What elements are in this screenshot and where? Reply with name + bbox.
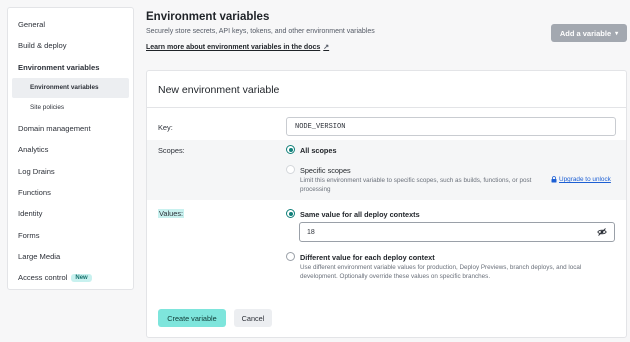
values-label: Values: xyxy=(158,209,185,218)
upgrade-link[interactable]: Upgrade to unlock xyxy=(551,176,611,183)
sidebar-item-label: Domain management xyxy=(18,124,91,134)
sidebar-item-label: Log Drains xyxy=(18,166,55,176)
docs-link[interactable]: Learn more about environment variables i… xyxy=(146,43,330,52)
form-title: New environment variable xyxy=(158,84,280,96)
scope-specific-radio[interactable] xyxy=(286,165,295,174)
sidebar-item-large-media[interactable]: Large Media xyxy=(8,246,133,267)
scope-specific-label: Specific scopes xyxy=(300,166,351,175)
sidebar-item-domain-management[interactable]: Domain management xyxy=(8,118,133,139)
scopes-label: Scopes: xyxy=(158,146,185,155)
sidebar-item-environment-variables[interactable]: Environment variables xyxy=(8,57,133,78)
sidebar-item-label: Build & deploy xyxy=(18,41,67,51)
page-subtitle: Securely store secrets, API keys, tokens… xyxy=(146,28,375,35)
sidebar-subitem-environment-variables[interactable]: Environment variables xyxy=(12,77,129,98)
sidebar-item-label: Site policies xyxy=(30,104,65,112)
sidebar-item-label: Forms xyxy=(18,230,40,240)
sidebar-item-analytics[interactable]: Analytics xyxy=(8,139,133,160)
sidebar-item-identity[interactable]: Identity xyxy=(8,203,133,224)
sidebar-item-label: Environment variables xyxy=(18,62,100,72)
key-input[interactable]: NODE_VERSION xyxy=(286,117,616,136)
sidebar-item-log-drains[interactable]: Log Drains xyxy=(8,160,133,181)
sidebar-item-label: Identity xyxy=(18,209,43,219)
settings-sidebar: General Build & deploy Environment varia… xyxy=(7,7,134,290)
key-label: Key: xyxy=(158,123,173,132)
sidebar-item-label: General xyxy=(18,20,46,30)
upgrade-link-label: Upgrade to unlock xyxy=(559,176,611,183)
value-same-label: Same value for all deploy contexts xyxy=(300,210,420,219)
value-same-radio[interactable] xyxy=(286,209,295,218)
cancel-button[interactable]: Cancel xyxy=(234,309,272,327)
value-different-radio[interactable] xyxy=(286,252,295,261)
sidebar-item-functions[interactable]: Functions xyxy=(8,182,133,203)
sidebar-item-build-deploy[interactable]: Build & deploy xyxy=(8,35,133,56)
sidebar-item-label: Environment variables xyxy=(30,84,99,92)
chevron-down-icon: ▾ xyxy=(615,30,619,37)
new-badge: New xyxy=(71,273,92,282)
new-variable-form: New environment variable Key: NODE_VERSI… xyxy=(146,70,627,338)
scope-all-label: All scopes xyxy=(300,146,337,155)
scope-all-radio[interactable] xyxy=(286,145,295,154)
docs-link-label: Learn more about environment variables i… xyxy=(146,43,321,51)
value-input-text: 18 xyxy=(307,228,315,236)
page-title: Environment variables xyxy=(146,11,270,23)
divider xyxy=(147,107,626,108)
sidebar-item-label: Analytics xyxy=(18,145,49,155)
external-arrow-icon: ↗ xyxy=(323,44,330,51)
scope-specific-description: Limit this environment variable to speci… xyxy=(300,177,532,194)
sidebar-item-forms[interactable]: Forms xyxy=(8,224,133,245)
sidebar-item-access-control[interactable]: Access control New xyxy=(8,267,133,288)
create-variable-button[interactable]: Create variable xyxy=(158,309,226,327)
sidebar-item-label: Functions xyxy=(18,187,51,197)
eye-slash-icon[interactable] xyxy=(597,227,607,237)
add-variable-label: Add a variable xyxy=(559,28,612,38)
sidebar-item-general[interactable]: General xyxy=(8,14,133,35)
sidebar-item-label: Large Media xyxy=(18,251,61,261)
add-variable-button[interactable]: Add a variable ▾ xyxy=(551,24,627,42)
value-different-description: Use different environment variable value… xyxy=(300,264,582,281)
value-input[interactable]: 18 xyxy=(299,222,615,242)
sidebar-subitem-site-policies[interactable]: Site policies xyxy=(12,98,129,118)
value-different-label: Different value for each deploy context xyxy=(300,253,435,262)
sidebar-item-label: Access control xyxy=(18,273,68,283)
lock-icon xyxy=(551,176,557,183)
